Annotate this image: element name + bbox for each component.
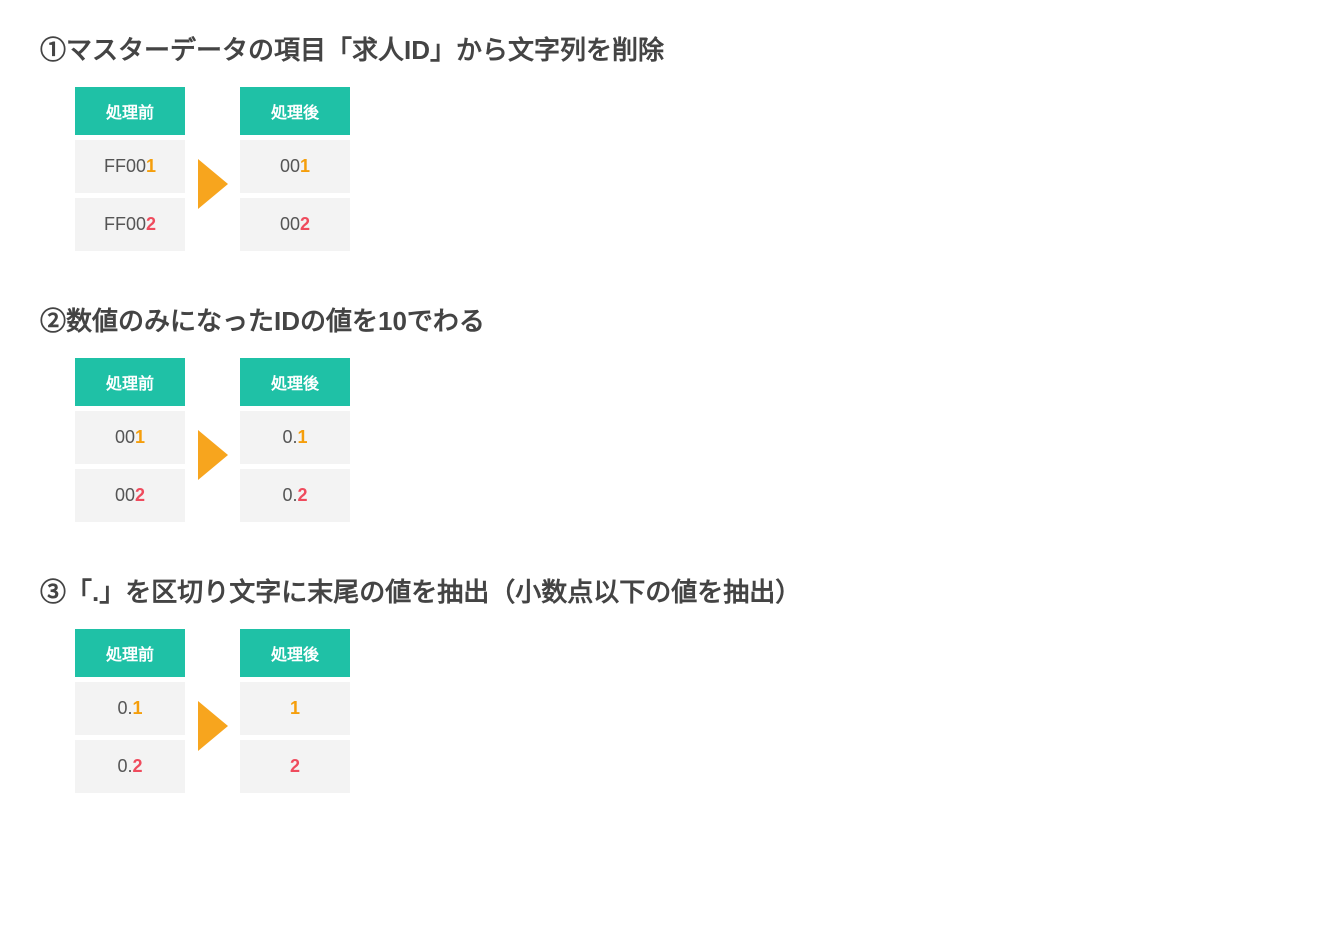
arrow-icon	[185, 430, 240, 480]
section-2: ②数値のみになったIDの値を10でわる 処理前 001 002 処理後 0.1 …	[40, 301, 1294, 522]
comparison-3: 処理前 0.1 0.2 処理後 1 2	[75, 629, 1294, 793]
arrow-icon	[185, 159, 240, 209]
comparison-2: 処理前 001 002 処理後 0.1 0.2	[75, 358, 1294, 522]
before-header: 処理前	[75, 629, 185, 677]
section-2-title: ②数値のみになったIDの値を10でわる	[40, 301, 1294, 338]
after-header: 処理後	[240, 629, 350, 677]
hl: 2	[300, 214, 310, 234]
before-row2: 002	[75, 464, 185, 522]
hl: 1	[135, 427, 145, 447]
hl: 1	[290, 698, 300, 718]
before-row2: FF002	[75, 193, 185, 251]
after-header: 処理後	[240, 87, 350, 135]
before-header: 処理前	[75, 87, 185, 135]
before-col-1: 処理前 FF001 FF002	[75, 87, 185, 251]
after-col-1: 処理後 001 002	[240, 87, 350, 251]
hl: 1	[300, 156, 310, 176]
after-row2: 002	[240, 193, 350, 251]
before-col-2: 処理前 001 002	[75, 358, 185, 522]
after-row1: 001	[240, 135, 350, 193]
before-col-3: 処理前 0.1 0.2	[75, 629, 185, 793]
after-header: 処理後	[240, 358, 350, 406]
hl: 1	[133, 698, 143, 718]
before-row1: 001	[75, 406, 185, 464]
after-row2: 0.2	[240, 464, 350, 522]
hl: 2	[298, 485, 308, 505]
comparison-1: 処理前 FF001 FF002 処理後 001 002	[75, 87, 1294, 251]
after-row1: 0.1	[240, 406, 350, 464]
before-row2: 0.2	[75, 735, 185, 793]
hl: 2	[146, 214, 156, 234]
after-row1: 1	[240, 677, 350, 735]
after-col-2: 処理後 0.1 0.2	[240, 358, 350, 522]
after-row2: 2	[240, 735, 350, 793]
hl: 2	[290, 756, 300, 776]
section-3: ③「.」を区切り文字に末尾の値を抽出（小数点以下の値を抽出） 処理前 0.1 0…	[40, 572, 1294, 793]
section-3-title: ③「.」を区切り文字に末尾の値を抽出（小数点以下の値を抽出）	[40, 572, 1294, 609]
hl: 1	[146, 156, 156, 176]
hl: 2	[135, 485, 145, 505]
section-1: ①マスターデータの項目「求人ID」から文字列を削除 処理前 FF001 FF00…	[40, 30, 1294, 251]
before-row1: FF001	[75, 135, 185, 193]
hl: 1	[298, 427, 308, 447]
section-1-title: ①マスターデータの項目「求人ID」から文字列を削除	[40, 30, 1294, 67]
before-header: 処理前	[75, 358, 185, 406]
after-col-3: 処理後 1 2	[240, 629, 350, 793]
hl: 2	[133, 756, 143, 776]
arrow-icon	[185, 701, 240, 751]
before-row1: 0.1	[75, 677, 185, 735]
